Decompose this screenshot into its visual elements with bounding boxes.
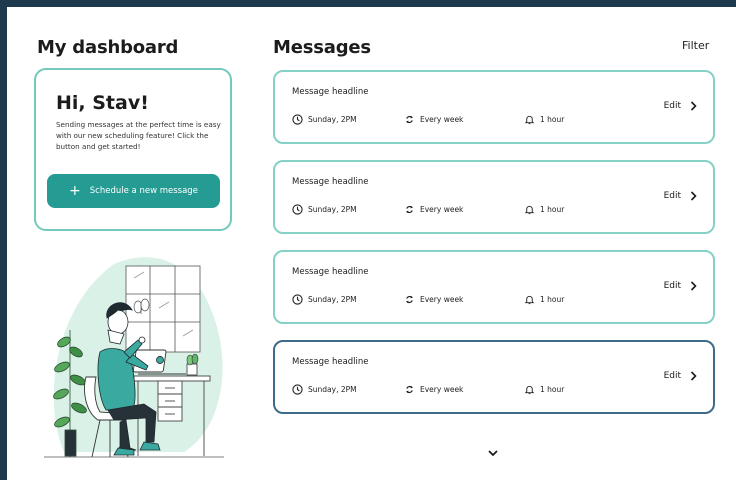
clock-icon: [292, 204, 303, 215]
message-frequency: Every week: [404, 384, 463, 395]
message-frequency-label: Every week: [420, 385, 464, 394]
greeting: Hi, Stav!: [56, 92, 149, 114]
message-card-selected[interactable]: Message headline Sunday, 2PM Every week …: [273, 340, 715, 414]
message-reminder-label: 1 hour: [540, 115, 565, 124]
chevron-right-icon: [690, 281, 697, 291]
message-frequency-label: Every week: [420, 295, 464, 304]
welcome-description: Sending messages at the perfect time is …: [56, 120, 221, 151]
chevron-right-icon: [690, 191, 697, 201]
bell-icon: [524, 205, 535, 215]
edit-button[interactable]: Edit: [664, 281, 697, 291]
message-card[interactable]: Message headline Sunday, 2PM Every week …: [273, 250, 715, 324]
clock-icon: [292, 294, 303, 305]
message-reminder-label: 1 hour: [540, 205, 565, 214]
plus-icon: +: [69, 183, 81, 199]
schedule-message-button[interactable]: + Schedule a new message: [47, 174, 220, 208]
page-title: My dashboard: [37, 37, 179, 58]
desk-plant: [186, 353, 199, 376]
message-reminder: 1 hour: [524, 294, 564, 305]
illustration: [44, 257, 224, 458]
edit-button[interactable]: Edit: [664, 101, 697, 111]
chevron-down-icon[interactable]: [486, 447, 500, 459]
message-card[interactable]: Message headline Sunday, 2PM Every week …: [273, 160, 715, 234]
message-reminder: 1 hour: [524, 204, 564, 215]
messages-title: Messages: [273, 37, 371, 58]
edit-label: Edit: [663, 191, 681, 201]
message-time: Sunday, 2PM: [292, 384, 357, 395]
message-headline: Message headline: [292, 87, 369, 97]
bell-icon: [524, 385, 535, 395]
repeat-icon: [406, 205, 413, 214]
message-frequency: Every week: [404, 114, 463, 125]
message-time: Sunday, 2PM: [292, 294, 357, 305]
chevron-right-icon: [690, 371, 697, 381]
edit-button[interactable]: Edit: [664, 371, 697, 381]
message-reminder: 1 hour: [524, 114, 564, 125]
message-time: Sunday, 2PM: [292, 114, 357, 125]
message-frequency-label: Every week: [420, 115, 464, 124]
bell-icon: [524, 115, 535, 125]
message-card[interactable]: Message headline Sunday, 2PM Every week …: [273, 70, 715, 144]
welcome-card: Hi, Stav! Sending messages at the perfec…: [34, 68, 232, 231]
message-reminder: 1 hour: [524, 384, 564, 395]
edit-label: Edit: [663, 281, 681, 291]
filter-button[interactable]: Filter: [682, 39, 709, 52]
chevron-right-icon: [690, 101, 697, 111]
repeat-icon: [406, 115, 413, 124]
edit-label: Edit: [663, 371, 681, 381]
message-day: Sunday, 2PM: [308, 115, 357, 124]
message-frequency: Every week: [404, 294, 463, 305]
message-day: Sunday, 2PM: [308, 295, 357, 304]
clock-icon: [292, 384, 303, 395]
message-reminder-label: 1 hour: [540, 385, 565, 394]
message-headline: Message headline: [292, 357, 369, 367]
message-headline: Message headline: [292, 177, 369, 187]
clock-icon: [292, 114, 303, 125]
message-headline: Message headline: [292, 267, 369, 277]
repeat-icon: [406, 385, 413, 394]
edit-button[interactable]: Edit: [664, 191, 697, 201]
message-reminder-label: 1 hour: [540, 295, 565, 304]
repeat-icon: [406, 295, 413, 304]
dashboard-screen: My dashboard Hi, Stav! Sending messages …: [7, 7, 736, 480]
edit-label: Edit: [663, 101, 681, 111]
bell-icon: [524, 295, 535, 305]
message-frequency: Every week: [404, 204, 463, 215]
message-frequency-label: Every week: [420, 205, 464, 214]
message-day: Sunday, 2PM: [308, 205, 357, 214]
message-time: Sunday, 2PM: [292, 204, 357, 215]
message-day: Sunday, 2PM: [308, 385, 357, 394]
schedule-button-label: Schedule a new message: [89, 186, 198, 196]
